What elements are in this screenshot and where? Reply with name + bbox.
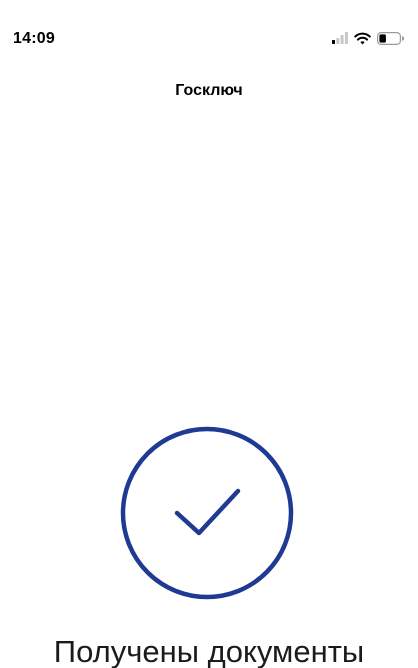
signal-icon [332, 32, 348, 44]
wifi-icon [354, 32, 371, 44]
status-time: 14:09 [13, 30, 55, 47]
app-screen: 14:09 Госключ Получены документы [0, 0, 418, 668]
status-icons [332, 30, 404, 46]
status-bar: 14:09 [0, 0, 418, 80]
page-title: Госключ [175, 82, 243, 99]
battery-icon [377, 31, 404, 45]
checkmark-circle-icon [120, 426, 294, 600]
result-message: Получены документы [53, 634, 365, 668]
